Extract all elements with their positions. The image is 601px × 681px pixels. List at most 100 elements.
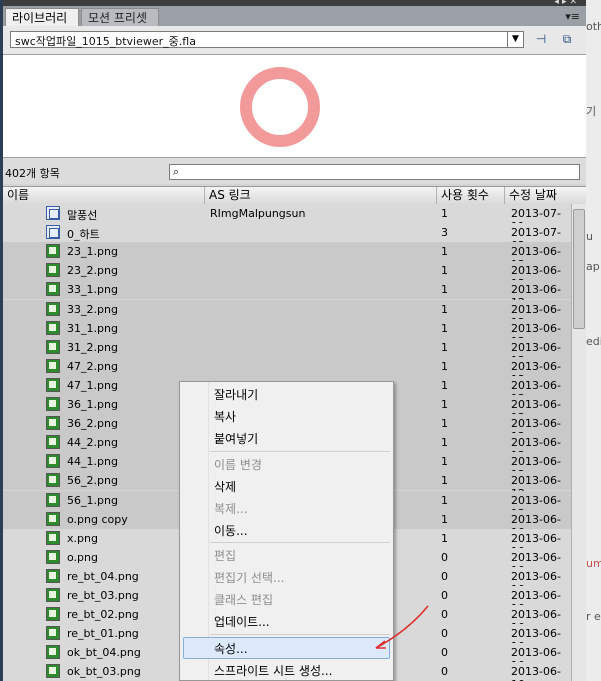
bitmap-icon	[46, 511, 60, 526]
count-row: 402개 항목 ⌕	[3, 158, 586, 184]
menu-item: 편집	[214, 549, 237, 563]
item-name: 36_2.png	[67, 417, 118, 431]
item-name: re_bt_01.png	[67, 627, 139, 641]
table-row[interactable]: 33_2.png12013-06-12	[3, 299, 571, 329]
item-linkage: RImgMalpungsun	[210, 207, 306, 220]
item-preview	[3, 54, 586, 158]
column-header-use-count[interactable]: 사용 횟수	[437, 187, 505, 204]
annotation-arrow	[375, 605, 429, 649]
menu-item[interactable]: 속성...	[214, 639, 248, 659]
item-use-count: 3	[441, 226, 448, 240]
item-name: ok_bt_03.png	[67, 665, 141, 679]
column-header-date[interactable]: 수정 날짜	[505, 187, 571, 204]
item-use-count: 0	[441, 608, 448, 622]
menu-item[interactable]: 잘라내기	[214, 385, 258, 405]
menu-item[interactable]: 붙여넣기	[214, 429, 258, 449]
table-row[interactable]: 33_1.png12013-06-12	[3, 280, 571, 309]
background-text: um	[586, 557, 601, 570]
item-use-count: 1	[441, 321, 448, 335]
item-use-count: 0	[441, 646, 448, 660]
table-row[interactable]: 0_하트32013-07-02	[3, 223, 571, 252]
background-window: oth 기 ap u edi um r e	[586, 0, 601, 681]
item-name: 36_1.png	[67, 398, 118, 411]
item-name: 56_2.png	[67, 474, 118, 488]
search-field[interactable]: ⌕	[169, 164, 580, 180]
menu-item[interactable]: 업데이트...	[214, 612, 270, 632]
item-name: 47_2.png	[67, 359, 118, 373]
item-use-count: 1	[441, 340, 448, 354]
bitmap-icon	[46, 435, 60, 450]
table-row[interactable]: 47_2.png12013-06-12	[3, 356, 571, 386]
panel-menu-icon[interactable]: ▾≡	[565, 10, 580, 23]
column-header-name[interactable]: 이름	[3, 187, 205, 204]
item-name: 44_2.png	[67, 436, 118, 450]
table-row[interactable]: 31_2.png12013-06-12	[3, 337, 571, 367]
scrollbar-thumb[interactable]	[573, 209, 585, 329]
table-row[interactable]: 23_2.png12013-06-12	[3, 261, 571, 290]
item-name: 말풍선	[67, 209, 98, 222]
bitmap-icon	[46, 626, 60, 641]
item-use-count: 1	[441, 283, 448, 297]
preview-ring-graphic	[240, 67, 320, 147]
item-use-count: 1	[441, 436, 448, 450]
bitmap-icon	[46, 473, 60, 488]
item-name: 33_1.png	[67, 283, 118, 297]
context-menu-gutter	[180, 382, 209, 680]
background-text: edi	[586, 335, 601, 348]
item-name: re_bt_04.png	[67, 569, 139, 583]
item-use-count: 0	[441, 589, 448, 602]
bitmap-icon	[46, 645, 60, 660]
item-use-count: 0	[441, 627, 448, 641]
panel-tabbar: 라이브러리 모션 프리셋 ▾≡	[3, 6, 586, 26]
new-library-icon[interactable]: ⧉	[559, 32, 575, 46]
search-input[interactable]	[186, 165, 566, 179]
background-text: u	[586, 230, 593, 243]
bitmap-icon	[46, 664, 60, 679]
item-use-count: 1	[441, 398, 448, 411]
symbol-icon	[46, 206, 60, 220]
tab-motion-presets[interactable]: 모션 프리셋	[81, 8, 159, 26]
item-name: re_bt_03.png	[67, 589, 139, 602]
item-use-count: 1	[441, 359, 448, 373]
item-name: 31_2.png	[67, 340, 118, 354]
background-text: r e	[586, 610, 601, 623]
bitmap-icon	[46, 549, 60, 564]
background-text: 기	[586, 105, 597, 118]
menu-item[interactable]: 스프라이트 시트 생성...	[214, 661, 332, 681]
bitmap-icon	[46, 492, 60, 507]
item-name: 56_1.png	[67, 493, 118, 507]
bitmap-icon	[46, 320, 60, 335]
item-use-count: 1	[441, 378, 448, 392]
document-row: swc작업파일_1015_btviewer_중.fla ▼ ⊣ ⧉	[3, 26, 586, 54]
item-count: 402개 항목	[5, 167, 60, 180]
menu-separator	[210, 634, 390, 635]
item-name: x.png	[67, 531, 98, 545]
chevron-down-icon[interactable]: ▼	[507, 32, 523, 47]
item-name: re_bt_02.png	[67, 608, 139, 622]
item-use-count: 1	[441, 245, 448, 259]
vertical-scrollbar[interactable]	[571, 204, 586, 681]
bitmap-icon	[46, 416, 60, 431]
bitmap-icon	[46, 339, 60, 354]
menu-item[interactable]: 이동...	[214, 521, 248, 541]
symbol-icon	[46, 225, 60, 240]
menu-item[interactable]: 삭제	[214, 477, 236, 497]
document-select[interactable]: swc작업파일_1015_btviewer_중.fla ▼	[10, 31, 524, 48]
table-row[interactable]: 31_1.png12013-06-12	[3, 318, 571, 348]
item-use-count: 1	[441, 512, 448, 526]
document-select-value: swc작업파일_1015_btviewer_중.fla	[15, 35, 196, 48]
item-use-count: 0	[441, 569, 448, 583]
table-row[interactable]: 23_1.png12013-06-12	[3, 242, 571, 271]
bitmap-icon	[46, 377, 60, 392]
item-use-count: 1	[441, 474, 448, 488]
column-header-linkage[interactable]: AS 링크	[205, 187, 437, 204]
item-name: o.png copy	[67, 512, 128, 526]
background-text: ap	[586, 260, 600, 273]
bitmap-icon	[46, 244, 60, 259]
item-use-count: 1	[441, 417, 448, 431]
tab-library[interactable]: 라이브러리	[5, 8, 79, 26]
table-row[interactable]: 말풍선RImgMalpungsun12013-07-11	[3, 204, 571, 233]
column-header: 이름 AS 링크 사용 횟수 수정 날짜	[3, 186, 586, 205]
pin-icon[interactable]: ⊣	[533, 32, 549, 46]
menu-item[interactable]: 복사	[214, 407, 236, 427]
